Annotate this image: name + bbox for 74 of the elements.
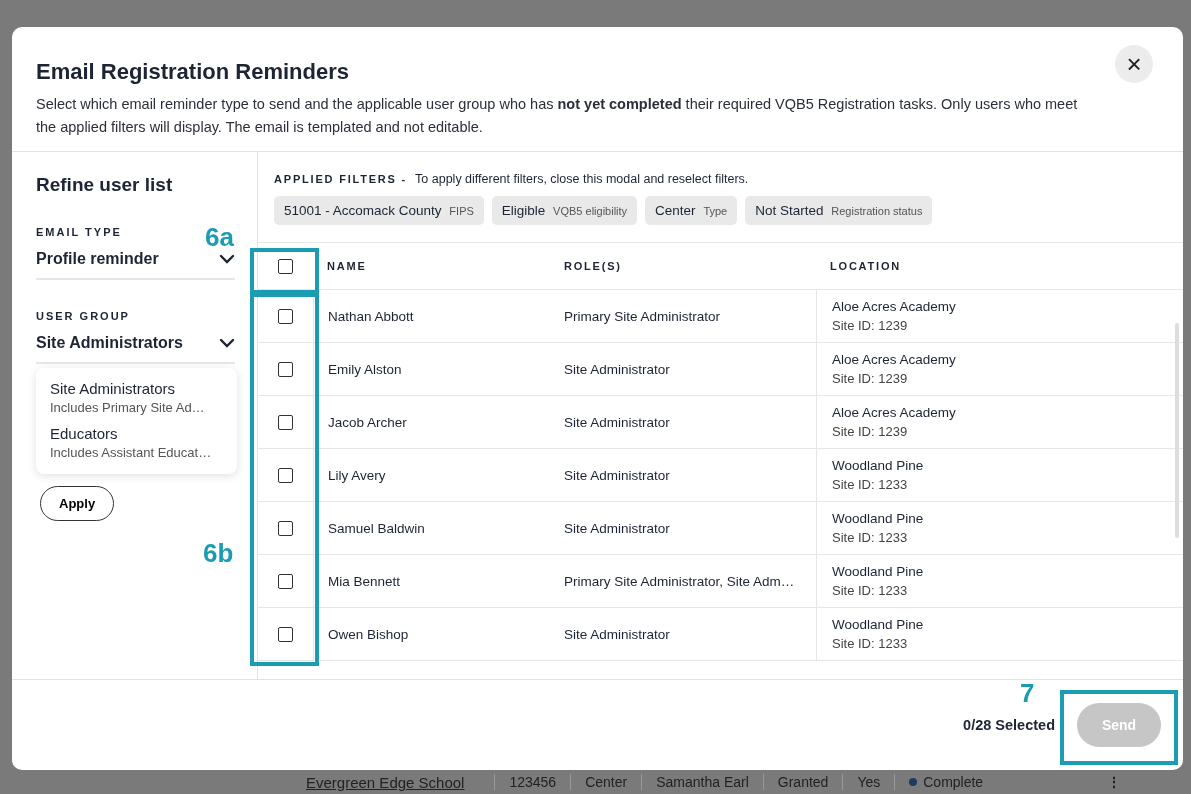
location-name: Aloe Acres Academy — [832, 405, 957, 420]
row-checkbox[interactable] — [278, 308, 293, 324]
table-cell: Granted — [762, 774, 843, 790]
name-cell-text: Owen Bishop — [328, 626, 410, 642]
callout-label: 7 — [1020, 678, 1035, 709]
site-id: Site ID: 1233 — [832, 477, 909, 492]
role-cell-text: Site Administrator — [564, 520, 671, 536]
location-name: Aloe Acres Academy — [832, 299, 957, 314]
option-title[interactable]: Educators — [50, 425, 223, 442]
role-cell-text: Primary Site Administrator — [564, 308, 722, 324]
location-name: Woodland Pine — [832, 458, 925, 473]
role-cell-text: Site Administrator — [564, 361, 671, 377]
status-dot — [909, 778, 918, 786]
role-cell-text: Site Administrator — [564, 414, 671, 430]
site-id: Site ID: 1233 — [832, 530, 909, 545]
name-cell-text: Emily Alston — [328, 361, 403, 377]
site-id: Site ID: 1239 — [832, 424, 909, 439]
filters-label: APPLIED FILTERS - — [274, 173, 408, 185]
column-header: NAME — [327, 260, 367, 272]
row-checkbox[interactable] — [278, 573, 293, 589]
location-name: Woodland Pine — [832, 511, 925, 526]
row-checkbox[interactable] — [278, 520, 293, 536]
select-all-checkbox[interactable] — [278, 258, 293, 274]
selected-count: 0/28 Selected — [963, 717, 1055, 733]
location-name: Woodland Pine — [832, 564, 925, 579]
callout-label: 6a — [205, 222, 234, 253]
filter-chip: 51001 - Accomack County FIPS — [274, 196, 484, 225]
location-name: Woodland Pine — [832, 617, 925, 632]
row-checkbox[interactable] — [278, 414, 293, 430]
column-header: ROLE(S) — [564, 260, 622, 272]
scrollbar[interactable] — [1175, 323, 1179, 538]
name-cell-text: Samuel Baldwin — [328, 520, 426, 536]
role-cell-text: Primary Site Administrator, Site Adm… — [564, 573, 796, 589]
name-cell-text: Nathan Abbott — [328, 308, 415, 324]
name-cell-text: Jacob Archer — [328, 414, 408, 430]
role-cell-text: Site Administrator — [564, 467, 671, 483]
site-id: Site ID: 1239 — [832, 318, 909, 333]
filters-hint: To apply different filters, close this modal and reselect filters. — [415, 172, 749, 186]
table-cell: Center — [570, 774, 642, 790]
email-type-dropdown[interactable]: Profile reminder — [36, 250, 235, 280]
row-checkbox[interactable] — [278, 626, 293, 642]
status-text: Complete — [923, 774, 984, 790]
site-id: Site ID: 1233 — [832, 583, 909, 598]
table-cell: 123456 — [494, 774, 571, 790]
name-cell-text: Lily Avery — [328, 467, 387, 483]
modal-title: Email Registration Reminders — [36, 59, 350, 85]
more-menu-button[interactable]: ⋮ — [1093, 774, 1136, 790]
callout-label: 6b — [203, 538, 234, 569]
name-cell-text: Mia Bennett — [328, 573, 402, 589]
row-checkbox[interactable] — [278, 361, 293, 377]
option-title[interactable]: Site Administrators — [50, 380, 223, 397]
field-label: USER GROUP — [36, 310, 130, 322]
user-group-dropdown[interactable]: Site Administrators — [36, 334, 235, 364]
school-link[interactable]: Evergreen Edge School — [292, 773, 495, 791]
site-id: Site ID: 1239 — [832, 371, 909, 386]
row-checkbox[interactable] — [278, 467, 293, 483]
field-label: EMAIL TYPE — [36, 226, 122, 238]
filter-chip: Eligible VQB5 eligibility — [491, 196, 638, 225]
chevron-down-icon — [219, 338, 235, 348]
modal-description: Select which email reminder type to send and the applicable user group who has not yet completed their required VQB5 Registration tasks. Only users who meet the applied filters will display. The email is templated and not editable. — [36, 95, 1079, 137]
filter-chip: Center Type — [645, 196, 738, 225]
apply-button[interactable]: Apply — [40, 486, 115, 521]
option-subtitle: Includes Assistant Educat… — [50, 445, 213, 460]
site-id: Site ID: 1233 — [832, 636, 909, 651]
close-button[interactable]: × — [1115, 45, 1153, 83]
option-subtitle: Includes Primary Site Ad… — [50, 400, 206, 415]
location-name: Aloe Acres Academy — [832, 352, 957, 367]
role-cell-text: Site Administrator — [564, 626, 671, 642]
column-header: LOCATION — [830, 260, 902, 272]
filter-chip: Not Started Registration status — [745, 196, 933, 225]
table-cell: Samantha Earl — [641, 774, 763, 790]
table-cell: Yes — [842, 774, 895, 790]
chevron-down-icon — [219, 254, 235, 264]
sidebar-heading: Refine user list — [36, 174, 174, 196]
